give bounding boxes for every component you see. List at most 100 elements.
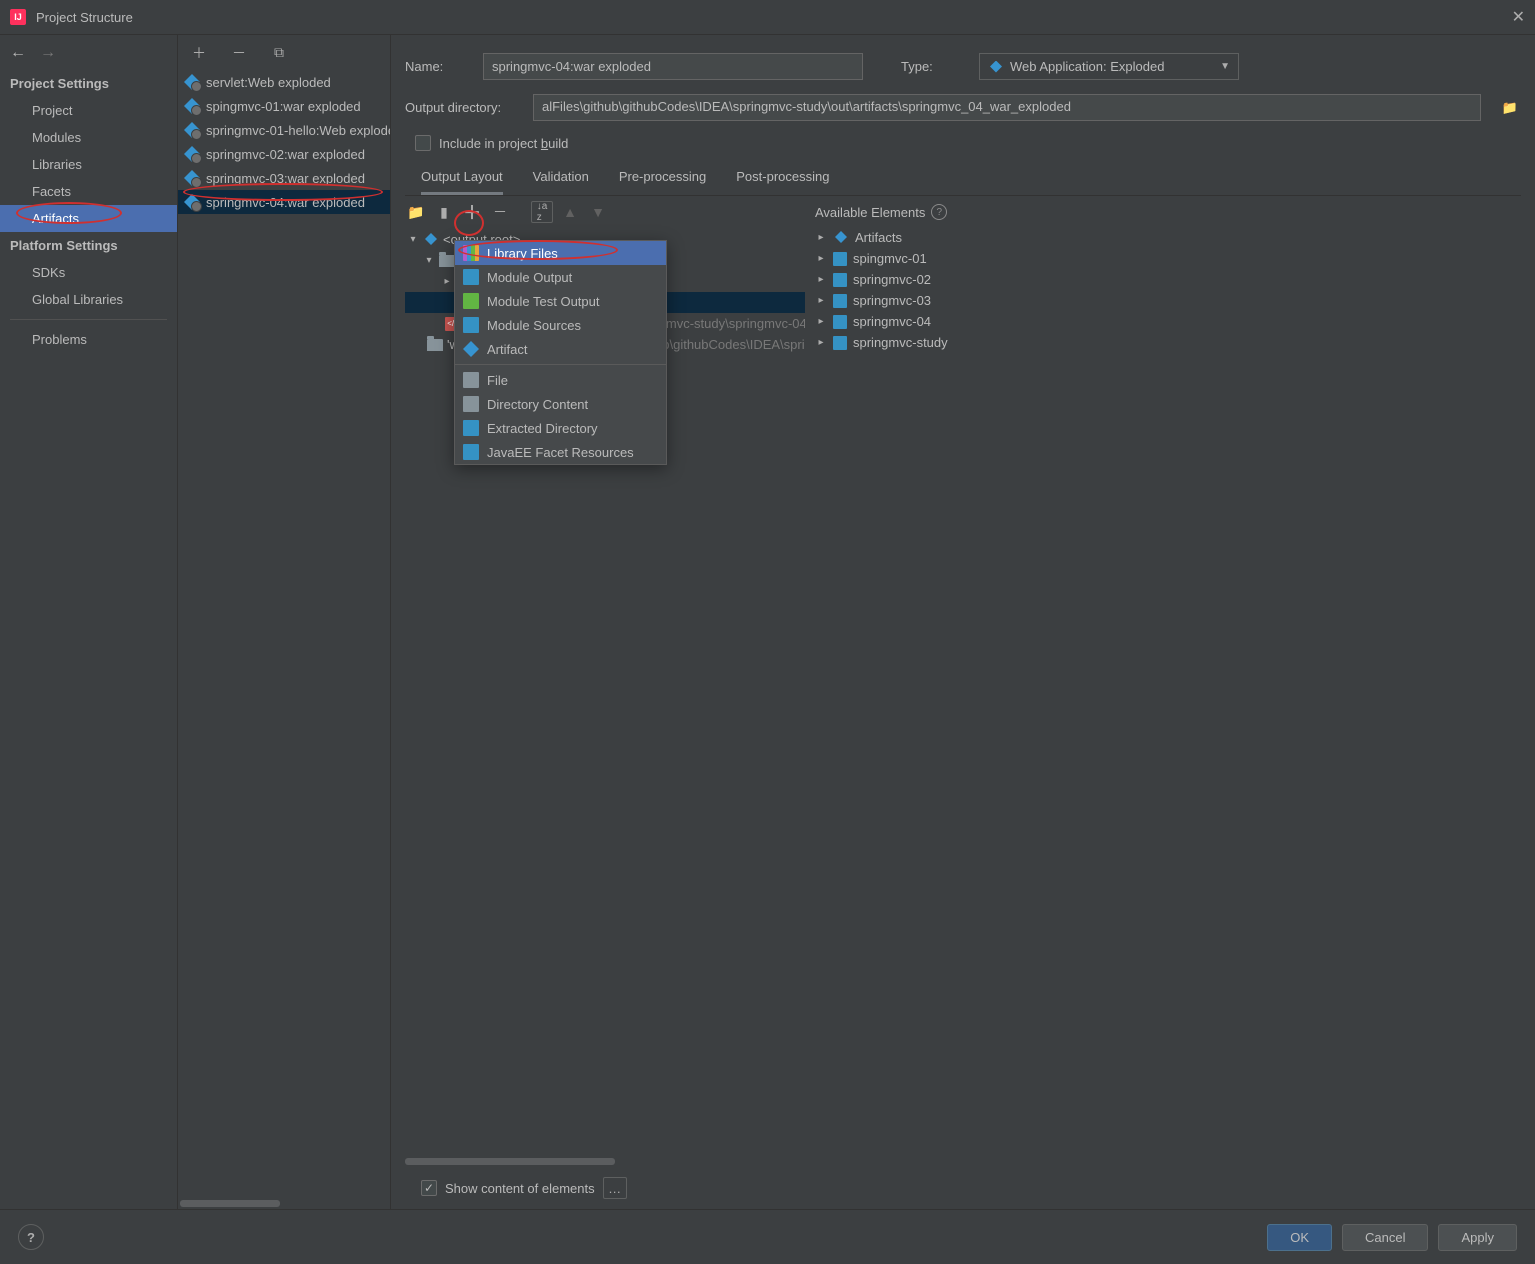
forward-icon[interactable]: → [40, 44, 56, 62]
move-down-icon[interactable]: ▼ [587, 201, 609, 223]
back-icon[interactable]: ← [10, 44, 26, 62]
available-label: Artifacts [855, 230, 902, 245]
section-project-settings: Project Settings [0, 70, 177, 97]
available-label: springmvc-03 [853, 293, 931, 308]
expander-icon[interactable]: ▸ [815, 253, 827, 264]
expander-icon[interactable]: ▾ [423, 255, 435, 266]
artifact-item[interactable]: springmvc-02:war exploded [178, 142, 390, 166]
help-icon[interactable]: ? [931, 204, 947, 220]
artifact-item[interactable]: spingmvc-01:war exploded [178, 94, 390, 118]
nav-toolbar: ← → [0, 35, 177, 70]
include-checkbox[interactable] [415, 135, 431, 151]
artifact-item[interactable]: springmvc-04:war exploded [178, 190, 390, 214]
popup-item-file[interactable]: File [455, 368, 666, 392]
available-item[interactable]: ▸springmvc-04 [815, 311, 1521, 332]
artifact-label: spingmvc-01:war exploded [206, 99, 361, 114]
nav-artifacts[interactable]: Artifacts [0, 205, 177, 232]
artifact-label: springmvc-03:war exploded [206, 171, 365, 186]
artifact-label: springmvc-02:war exploded [206, 147, 365, 162]
main-layout: ← → Project Settings Project Modules Lib… [0, 35, 1535, 1209]
module-icon [833, 315, 847, 329]
browse-folder-icon[interactable]: 📁 [1499, 97, 1521, 119]
type-label: Type: [901, 59, 961, 74]
available-elements-pane: Available Elements ? ▸Artifacts ▸spingmv… [805, 196, 1521, 1167]
directory-icon [463, 396, 479, 412]
artifact-item[interactable]: springmvc-01-hello:Web exploded [178, 118, 390, 142]
available-item[interactable]: ▸springmvc-02 [815, 269, 1521, 290]
artifact-label: servlet:Web exploded [206, 75, 331, 90]
nav-libraries[interactable]: Libraries [0, 151, 177, 178]
show-content-row: Show content of elements … [405, 1167, 1521, 1209]
output-row: Output directory: alFiles\github\githubC… [405, 86, 1521, 135]
expander-icon[interactable]: ▸ [815, 295, 827, 306]
javaee-facet-icon [463, 444, 479, 460]
popup-item-library-files[interactable]: Library Files [455, 241, 666, 265]
expander-icon[interactable]: ▾ [407, 234, 419, 245]
remove-artifact-icon[interactable]: － [228, 42, 250, 64]
apply-button[interactable]: Apply [1438, 1224, 1517, 1251]
artifact-icon [184, 146, 200, 162]
nav-facets[interactable]: Facets [0, 178, 177, 205]
type-select[interactable]: Web Application: Exploded ▼ [979, 53, 1239, 80]
chevron-down-icon: ▼ [1220, 61, 1230, 72]
add-artifact-icon[interactable]: ＋ [188, 42, 210, 64]
artifacts-list: servlet:Web exploded spingmvc-01:war exp… [178, 70, 390, 214]
nav-modules[interactable]: Modules [0, 124, 177, 151]
tab-preprocessing[interactable]: Pre-processing [619, 163, 706, 195]
new-archive-icon[interactable]: ▮ [433, 201, 455, 223]
nav-problems[interactable]: Problems [0, 326, 177, 353]
output-tree-scrollbar[interactable] [405, 1157, 805, 1167]
help-button[interactable]: ? [18, 1224, 44, 1250]
tab-bar: Output Layout Validation Pre-processing … [405, 163, 1521, 196]
nav-global-libraries[interactable]: Global Libraries [0, 286, 177, 313]
ok-button[interactable]: OK [1267, 1224, 1332, 1251]
cancel-button[interactable]: Cancel [1342, 1224, 1428, 1251]
artifact-icon [184, 122, 200, 138]
remove-element-icon[interactable]: － [489, 201, 511, 223]
artifact-icon [463, 341, 479, 357]
available-item[interactable]: ▸ springmvc-03 [815, 290, 1521, 311]
expander-icon[interactable]: ▸ [815, 337, 827, 348]
popup-item-extracted-directory[interactable]: Extracted Directory [455, 416, 666, 440]
popup-item-module-sources[interactable]: Module Sources [455, 313, 666, 337]
expander-icon[interactable]: ▸ [815, 232, 827, 243]
popup-item-artifact[interactable]: Artifact [455, 337, 666, 361]
output-input[interactable]: alFiles\github\githubCodes\IDEA\springmv… [533, 94, 1481, 121]
artifact-icon [184, 194, 200, 210]
close-icon[interactable]: ✕ [1512, 7, 1525, 27]
app-icon: IJ [10, 9, 26, 25]
available-item[interactable]: ▸spingmvc-01 [815, 248, 1521, 269]
folder-icon [439, 255, 455, 267]
expander-icon[interactable]: ▸ [815, 316, 827, 327]
available-item[interactable]: ▸ Artifacts [815, 226, 1521, 248]
artifacts-scrollbar[interactable] [178, 1199, 390, 1209]
nav-project[interactable]: Project [0, 97, 177, 124]
add-element-icon[interactable]: ＋ [461, 201, 483, 223]
artifact-icon [184, 170, 200, 186]
new-folder-icon[interactable]: 📁 [405, 201, 427, 223]
show-content-checkbox[interactable] [421, 1180, 437, 1196]
nav-sdks[interactable]: SDKs [0, 259, 177, 286]
popup-label: Module Test Output [487, 294, 600, 309]
artifact-item[interactable]: servlet:Web exploded [178, 70, 390, 94]
expander-icon[interactable]: ▸ [815, 274, 827, 285]
tab-postprocessing[interactable]: Post-processing [736, 163, 829, 195]
available-item[interactable]: ▸springmvc-study [815, 332, 1521, 353]
include-row: Include in project build [405, 135, 1521, 163]
artifact-item[interactable]: springmvc-03:war exploded [178, 166, 390, 190]
sort-icon[interactable]: ↓az [531, 201, 553, 223]
module-output-icon [463, 269, 479, 285]
tab-validation[interactable]: Validation [533, 163, 589, 195]
artifact-type-icon [988, 59, 1004, 75]
popup-item-module-output[interactable]: Module Output [455, 265, 666, 289]
popup-item-module-test-output[interactable]: Module Test Output [455, 289, 666, 313]
name-input[interactable] [483, 53, 863, 80]
expander-icon[interactable]: ▸ [441, 276, 453, 287]
popup-item-directory-content[interactable]: Directory Content [455, 392, 666, 416]
tab-output-layout[interactable]: Output Layout [421, 163, 503, 195]
module-icon [833, 273, 847, 287]
more-icon[interactable]: … [603, 1177, 627, 1199]
copy-artifact-icon[interactable]: ⧉ [268, 42, 290, 64]
move-up-icon[interactable]: ▲ [559, 201, 581, 223]
popup-item-javaee-facet[interactable]: JavaEE Facet Resources [455, 440, 666, 464]
